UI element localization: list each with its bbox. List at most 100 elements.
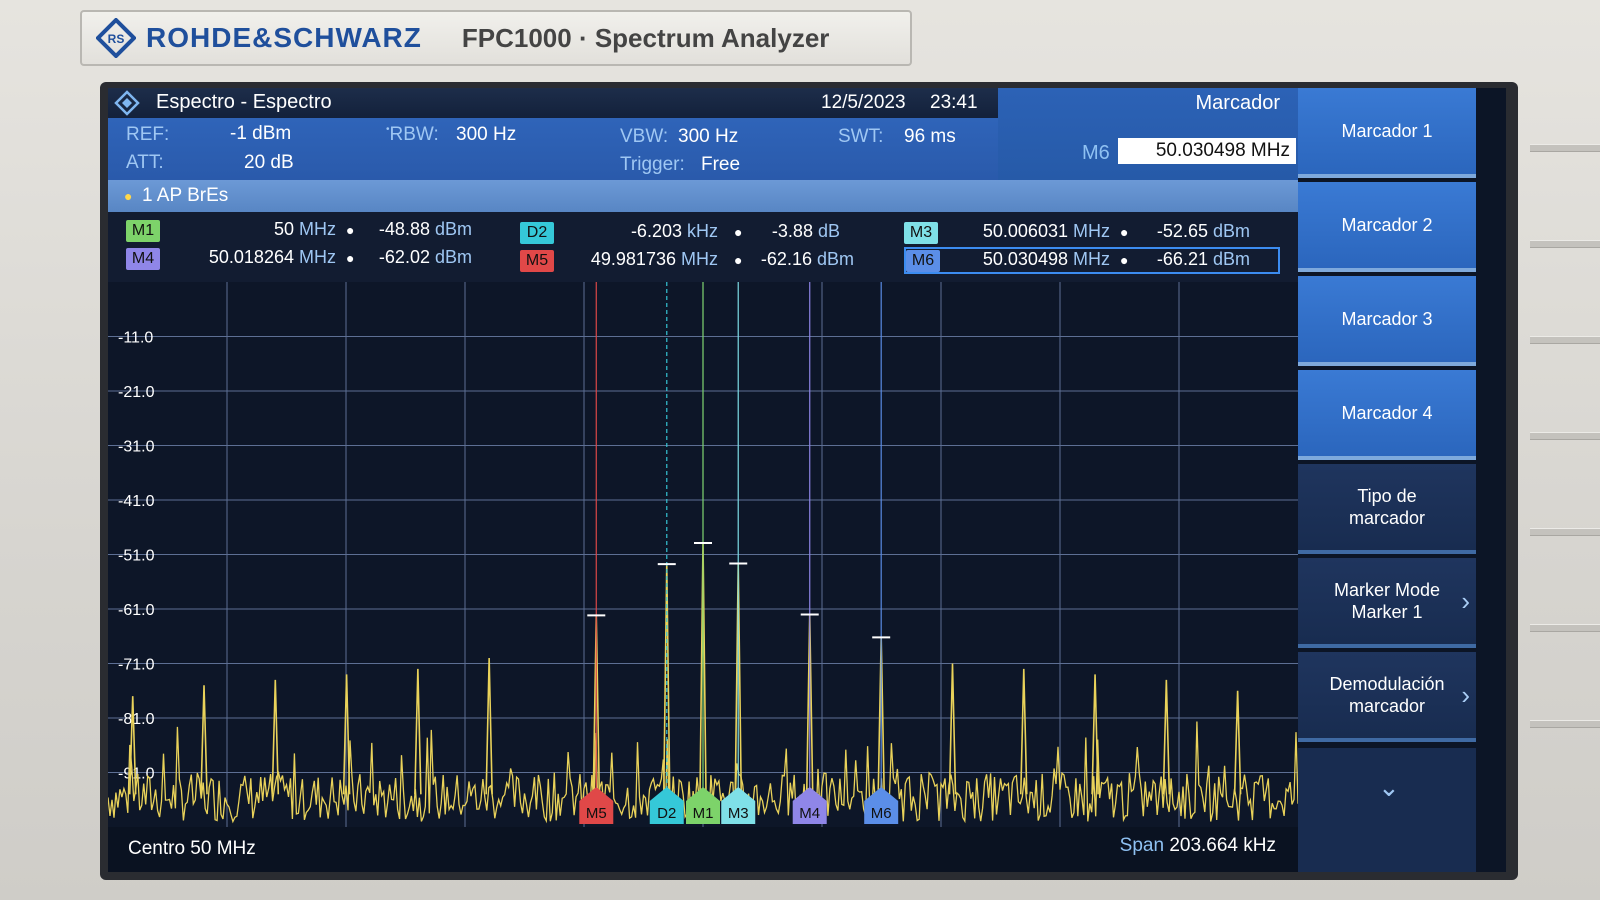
rbw-label: •RBW:: [386, 124, 439, 145]
marker-m6-frequency: 50.030498 MHz: [982, 249, 1110, 269]
marker-layer: M5 D2 M1 M3 M4 M6: [579, 282, 899, 824]
softkey-4[interactable]: Marcador 4: [1298, 370, 1476, 460]
spectrum-plot[interactable]: -11.0 -21.0 -31.0 -41.0 -51.0 -61.0 -71.0 -81.0…: [108, 282, 1298, 827]
y-tick-label: -91.0: [118, 766, 155, 783]
y-tick-label: -41.0: [118, 493, 155, 510]
swt-label: SWT:: [838, 126, 884, 147]
analyzer-screen: Espectro - Espectro 12/5/2023 23:41 REF:…: [108, 88, 1506, 872]
marker-badge-d2[interactable]: D2: [520, 222, 554, 244]
separator-dot: ●: [734, 252, 743, 268]
softkey-5[interactable]: Tipo de marcador: [1298, 464, 1476, 554]
chevron-right-icon: ›: [1461, 586, 1470, 616]
marker-m1[interactable]: M1: [686, 282, 720, 824]
hardware-key[interactable]: [1530, 432, 1600, 440]
softkey-label: Marcador 1: [1341, 121, 1433, 141]
softkey-2[interactable]: Marcador 2: [1298, 182, 1476, 272]
center-frequency[interactable]: Centro 50 MHz: [128, 838, 256, 860]
ref-label: REF:: [126, 124, 170, 145]
active-marker-label: M6: [1082, 142, 1110, 164]
marker-d2-frequency: -6.203 kHz: [630, 221, 718, 241]
hardware-key[interactable]: [1530, 720, 1600, 728]
softkey-label: Marcador 3: [1341, 309, 1433, 329]
softkey-label: Marcador 4: [1341, 403, 1433, 423]
att-value[interactable]: 20 dB: [244, 152, 294, 174]
more-softkeys-button[interactable]: ⌄: [1298, 748, 1476, 872]
softkey-6[interactable]: Marker Mode Marker 1 ›: [1298, 558, 1476, 648]
trace-peak: [414, 668, 422, 795]
marker-badge-m1[interactable]: M1: [126, 220, 160, 242]
separator-dot: ●: [346, 250, 355, 266]
y-tick-label: -31.0: [118, 439, 155, 456]
trigger-value[interactable]: Free: [701, 154, 740, 176]
trace-peak: [1162, 679, 1171, 795]
softkey-panel: Marcador 1 Marcador 2 Marcador 3 Marcador 4…: [1298, 88, 1476, 872]
softkey-1[interactable]: Marcador 1: [1298, 88, 1476, 178]
trace-indicator-icon: ●: [124, 188, 133, 204]
separator-dot: ●: [346, 222, 355, 238]
marker-flag-label: M3: [728, 805, 749, 822]
trace-label[interactable]: 1 AP BrEs: [142, 185, 228, 207]
marker-badge-m4[interactable]: M4: [126, 248, 160, 270]
rbw-value[interactable]: 300 Hz: [456, 124, 516, 146]
marker-m6-level: -66.21 dBm: [1156, 249, 1250, 269]
ref-value[interactable]: -1 dBm: [230, 123, 291, 145]
trace-peak: [1233, 690, 1242, 795]
y-tick-label: -81.0: [118, 711, 155, 728]
vbw-value[interactable]: 300 Hz: [678, 126, 738, 148]
span-display[interactable]: Span 203.664 kHz: [1120, 835, 1276, 857]
separator-dot: ●: [1120, 224, 1129, 240]
date-display: 12/5/2023: [821, 92, 906, 113]
marker-flag-label: M1: [693, 805, 714, 822]
svg-text:RS: RS: [108, 32, 125, 46]
marker-m5-level: -62.16 dBm: [760, 249, 854, 269]
separator-dot: ●: [734, 224, 743, 240]
rs-logo-icon: RS: [96, 18, 136, 58]
marker-m6[interactable]: M6: [864, 282, 899, 824]
vbw-label: VBW:: [620, 126, 669, 147]
marker-m3[interactable]: M3: [721, 282, 756, 824]
marker-flag-label: M4: [799, 805, 820, 822]
marker-frequency-input[interactable]: [1118, 138, 1296, 164]
hardware-key[interactable]: [1530, 528, 1600, 536]
window-title: Espectro - Espectro: [156, 91, 332, 113]
y-tick-label: -21.0: [118, 384, 155, 401]
marker-m1-frequency: 50 MHz: [273, 219, 336, 239]
frequency-axis-bar: Centro 50 MHz Span 203.664 kHz: [108, 827, 1298, 872]
swt-value[interactable]: 96 ms: [904, 126, 956, 148]
trace-peak: [948, 663, 957, 795]
hardware-key[interactable]: [1530, 336, 1600, 344]
hardware-keys: [1530, 60, 1600, 900]
trace-info-bar: ● 1 AP BrEs: [108, 180, 1298, 212]
separator-dot: ●: [1120, 252, 1129, 268]
model-name: FPC1000 · Spectrum Analyzer: [461, 22, 830, 53]
rs-diamond-icon: [114, 90, 140, 116]
span-value: 203.664 kHz: [1169, 835, 1276, 856]
marker-m5-frequency: 49.981736 MHz: [590, 249, 718, 269]
hardware-key[interactable]: [1530, 144, 1600, 152]
chevron-right-icon: ›: [1461, 680, 1470, 710]
menu-title: Marcador: [1195, 92, 1280, 114]
title-bar: Espectro - Espectro 12/5/2023 23:41: [108, 88, 998, 118]
hardware-key[interactable]: [1530, 240, 1600, 248]
time-display: 23:41: [930, 92, 978, 113]
y-tick-label: -71.0: [118, 657, 155, 674]
marker-table: M1 50 MHz ● -48.88 dBm D2 -6.203 kHz ● -…: [108, 212, 1298, 282]
marker-flag-label: M6: [871, 805, 892, 822]
marker-m3-level: -52.65 dBm: [1156, 221, 1250, 241]
trace-peak: [485, 658, 493, 795]
marker-flag-label: M5: [586, 805, 607, 822]
measurement-params: REF: -1 dBm ATT: 20 dB •RBW: 300 Hz VBW:…: [108, 118, 998, 180]
marker-m1-level: -48.88 dBm: [378, 219, 472, 239]
chevron-down-icon: ⌄: [1378, 772, 1400, 802]
marker-badge-m3[interactable]: M3: [904, 222, 938, 244]
softkey-7[interactable]: Demodulación marcador ›: [1298, 652, 1476, 742]
y-tick-label: -51.0: [118, 548, 155, 565]
marker-flag-label: D2: [657, 805, 676, 822]
marker-menu-header: Marcador M6: [998, 88, 1298, 180]
softkey-3[interactable]: Marcador 3: [1298, 276, 1476, 366]
marker-badge-m5[interactable]: M5: [520, 250, 554, 272]
softkey-label: Marcador 2: [1341, 215, 1433, 235]
marker-badge-m6[interactable]: M6: [906, 250, 940, 272]
y-tick-label: -61.0: [118, 602, 155, 619]
hardware-key[interactable]: [1530, 624, 1600, 632]
